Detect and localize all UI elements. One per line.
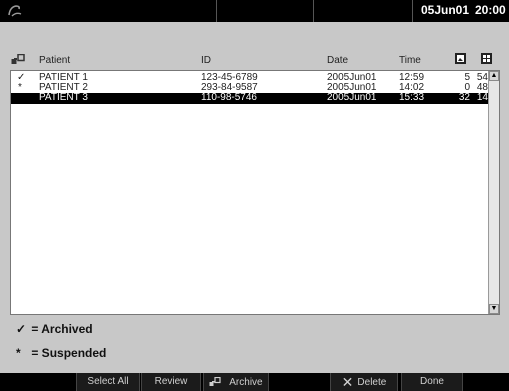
current-date: 05Jun01 xyxy=(421,3,470,17)
exam-time: 15:33 xyxy=(399,92,425,103)
list-item-selected[interactable]: PATIENT 3 110-98-5746 2005Jun01 15:33 32… xyxy=(11,93,489,104)
suspended-mark: * xyxy=(18,82,22,93)
column-time[interactable]: Time xyxy=(399,55,421,66)
status-divider xyxy=(412,0,413,22)
archive-icon xyxy=(209,374,225,390)
frames-icon[interactable] xyxy=(481,53,492,67)
scroll-up-button[interactable]: ▲ xyxy=(489,71,499,81)
patient-list[interactable]: ✓ PATIENT 1 123-45-6789 2005Jun01 12:59 … xyxy=(10,70,500,315)
patient-id: 110-98-5746 xyxy=(201,92,257,103)
legend-archived-label: = Archived xyxy=(31,322,93,336)
current-time: 20:00 xyxy=(475,3,506,17)
patient-name: PATIENT 3 xyxy=(39,92,88,103)
network-icon[interactable] xyxy=(11,53,25,66)
archive-button[interactable]: Archive xyxy=(203,373,269,391)
column-header: Patient ID Date Time xyxy=(0,52,509,70)
column-id[interactable]: ID xyxy=(201,55,211,66)
suspended-mark-icon: * xyxy=(16,346,21,360)
done-label: Done xyxy=(420,376,444,387)
done-button[interactable]: Done xyxy=(401,373,463,391)
legend-archived: ✓ = Archived xyxy=(16,322,93,336)
frame-count: 14 xyxy=(476,92,488,103)
archive-label: Archive xyxy=(229,377,263,388)
select-all-label: Select All xyxy=(87,376,129,387)
scroll-down-button[interactable]: ▼ xyxy=(489,304,499,314)
exam-date: 2005Jun01 xyxy=(327,92,377,103)
status-divider xyxy=(313,0,314,22)
review-button[interactable]: Review xyxy=(141,373,201,391)
column-date[interactable]: Date xyxy=(327,55,348,66)
review-label: Review xyxy=(154,376,188,387)
status-bar: 05Jun01 20:00 xyxy=(0,0,509,22)
legend-suspended: * = Suspended xyxy=(16,346,106,360)
close-icon: ✕ xyxy=(341,374,354,390)
archived-mark-icon: ✓ xyxy=(16,322,27,336)
bottom-toolbar: Select All Review Archive ✕ Delete Done xyxy=(0,373,509,391)
scrollbar[interactable]: ▲ ▼ xyxy=(488,71,499,314)
image-count: 32 xyxy=(458,92,470,103)
delete-label: Delete xyxy=(357,377,387,388)
legend-suspended-label: = Suspended xyxy=(31,346,107,360)
column-patient[interactable]: Patient xyxy=(39,55,70,66)
status-divider xyxy=(216,0,217,22)
select-all-button[interactable]: Select All xyxy=(76,373,140,391)
delete-button[interactable]: ✕ Delete xyxy=(330,373,398,391)
image-icon[interactable] xyxy=(455,53,466,67)
logo-icon xyxy=(6,2,24,20)
